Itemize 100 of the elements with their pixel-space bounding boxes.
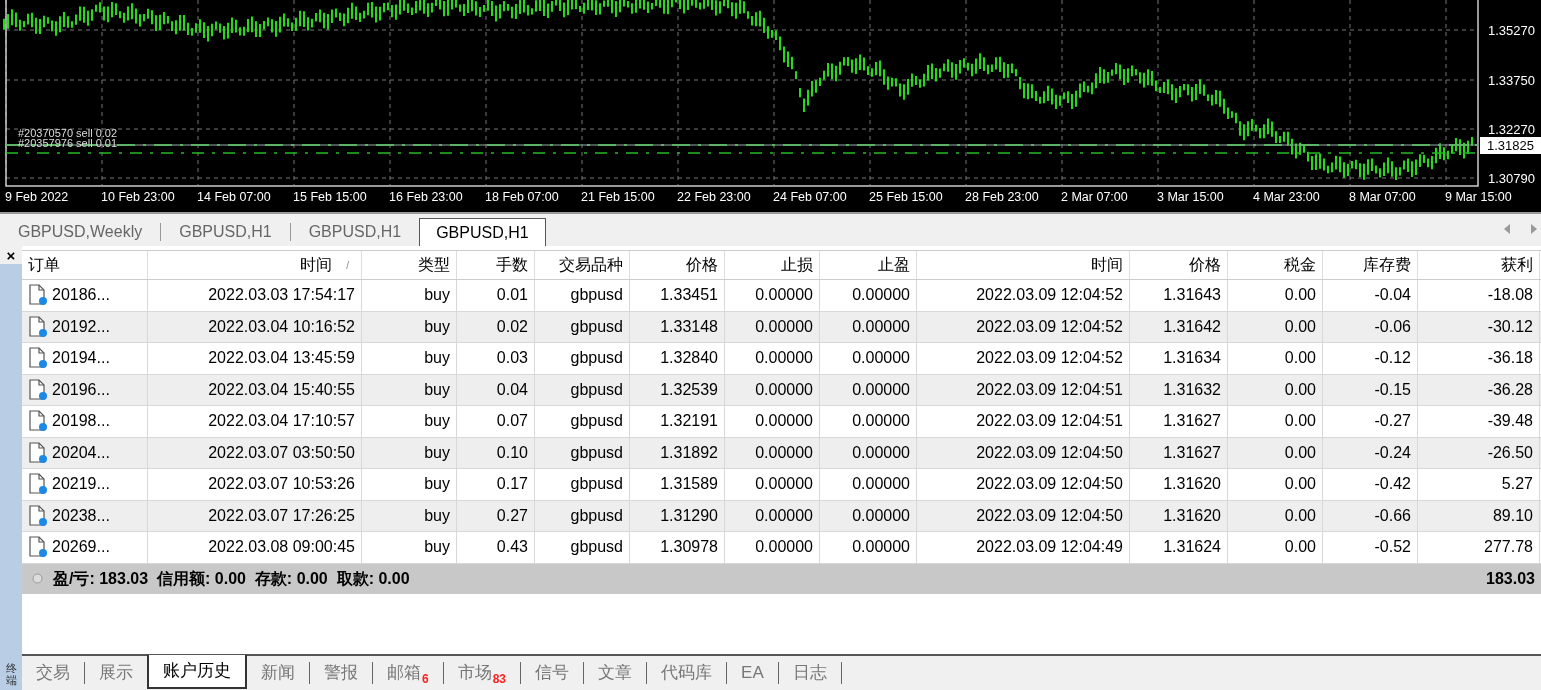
table-cell-text: 2022.03.08 09:00:45 [208, 537, 355, 558]
chart-tab[interactable]: GBPUSD,H1 [419, 218, 546, 246]
table-cell-text: gbpusd [570, 316, 623, 337]
summary-text: 盈/亏: 183.03 信用额: 0.00 存款: 0.00 取款: 0.00 [53, 568, 410, 589]
terminal-tab[interactable]: 账户历史 [147, 655, 247, 689]
table-cell-text: -26.50 [1487, 442, 1533, 463]
table-cell-text: 0.00 [1284, 316, 1316, 337]
table-cell-text: 0.00 [1284, 379, 1316, 400]
time-label: 21 Feb 15:00 [581, 189, 656, 206]
table-cell-text: 1.31624 [1163, 537, 1221, 558]
terminal-tab[interactable]: 交易 [22, 656, 84, 690]
column-header[interactable]: 库存费 [1323, 251, 1418, 279]
table-cell-text: 2022.03.07 17:26:25 [208, 505, 355, 526]
table-cell-text: -0.27 [1374, 411, 1411, 432]
table-cell-text: gbpusd [570, 442, 623, 463]
column-header[interactable]: 止盈 [820, 251, 917, 279]
column-header[interactable]: 止损 [725, 251, 820, 279]
terminal-tab[interactable]: 文章 [584, 656, 647, 690]
terminal-tab[interactable]: 展示 [85, 656, 147, 690]
column-header[interactable]: 时间 [917, 251, 1130, 279]
table-cell-text: 2022.03.09 12:04:50 [976, 505, 1123, 526]
table-cell-text: 1.33451 [660, 285, 718, 306]
table-cell-text: 0.00000 [755, 379, 813, 400]
table-row[interactable]: 20204... 2022.03.07 03:50:50 buy 0.10 gbpusd 1.31892 0.00000 0.00000 2022.03.09 12:04:50 1.31627 0.00 -0.24 -26.50 [22, 437, 1541, 469]
scroll-right-icon[interactable] [1530, 224, 1537, 234]
order-icon [28, 378, 48, 401]
time-label: 14 Feb 07:00 [197, 189, 272, 206]
table-row[interactable]: 20198... 2022.03.04 17:10:57 buy 0.07 gbpusd 1.32191 0.00000 0.00000 2022.03.09 12:04:51 1.31627 0.00 -0.27 -39.48 [22, 406, 1541, 438]
count-label: 83 [492, 671, 507, 688]
terminal-tab[interactable]: EA [727, 656, 778, 690]
table-cell-text: 0.10 [496, 442, 528, 463]
close-button[interactable]: × [0, 246, 22, 264]
time-label: 24 Feb 07:00 [773, 189, 848, 206]
table-row[interactable]: 20238... 2022.03.07 17:26:25 buy 0.27 gbpusd 1.31290 0.00000 0.00000 2022.03.09 12:04:50 1.31620 0.00 -0.66 89.10 [22, 500, 1541, 532]
terminal-tab[interactable]: 新闻 [247, 656, 309, 690]
terminal-tab[interactable]: 信号 [521, 656, 584, 690]
time-label: 9 Feb 2022 [5, 189, 70, 206]
table-cell-text: 1.31643 [1163, 285, 1221, 306]
table-cell-text: 0.02 [496, 316, 528, 337]
table-cell-text: 0.00 [1284, 285, 1316, 306]
time-label: 16 Feb 23:00 [389, 189, 464, 206]
table-row[interactable]: 20194... 2022.03.04 13:45:59 buy 0.03 gbpusd 1.32840 0.00000 0.00000 2022.03.09 12:04:52 1.31634 0.00 -0.12 -36.18 [22, 343, 1541, 375]
table-cell-text: 2022.03.09 12:04:49 [976, 537, 1123, 558]
table-cell-text: 0.27 [496, 505, 528, 526]
table-cell-text: buy [424, 285, 450, 306]
column-header[interactable]: 订单 [22, 251, 148, 279]
table-row[interactable]: 20192... 2022.03.04 10:16:52 buy 0.02 gbpusd 1.33148 0.00000 0.00000 2022.03.09 12:04:52 1.31642 0.00 -0.06 -30.12 [22, 311, 1541, 343]
table-cell-text: 1.31627 [1163, 442, 1221, 463]
table-cell-text: -36.18 [1487, 348, 1533, 369]
time-label: 18 Feb 07:00 [485, 189, 560, 206]
table-cell-text: 277.78 [1484, 537, 1533, 558]
table-cell-text: 20192... [52, 316, 110, 337]
table-cell-text: 2022.03.04 17:10:57 [208, 411, 355, 432]
table-cell-text: 2022.03.04 13:45:59 [208, 348, 355, 369]
table-row[interactable]: 20219... 2022.03.07 10:53:26 buy 0.17 gbpusd 1.31589 0.00000 0.00000 2022.03.09 12:04:50 1.31620 0.00 -0.42 5.27 [22, 469, 1541, 501]
terminal-tab[interactable]: 日志 [778, 656, 841, 690]
table-cell-text: 1.31589 [660, 474, 718, 495]
column-header[interactable]: 税金 [1228, 251, 1323, 279]
column-header[interactable]: 交易品种 [535, 251, 630, 279]
table-cell-text: 1.31634 [1163, 348, 1221, 369]
table-cell-text: 2022.03.09 12:04:51 [976, 411, 1123, 432]
table-cell-text: 2022.03.09 12:04:50 [976, 474, 1123, 495]
column-header[interactable]: 获利 [1418, 251, 1540, 279]
table-row[interactable]: 20186... 2022.03.03 17:54:17 buy 0.01 gbpusd 1.33451 0.00000 0.00000 2022.03.09 12:04:52 1.31643 0.00 -0.04 -18.08 [22, 280, 1541, 312]
table-cell-text: -36.28 [1487, 379, 1533, 400]
scroll-left-icon[interactable] [1504, 224, 1511, 234]
terminal-tab[interactable]: 代码库 [647, 656, 727, 690]
column-header[interactable]: 价格 [1130, 251, 1228, 279]
table-cell-text: 1.31627 [1163, 411, 1221, 432]
table-cell-text: 1.31620 [1163, 474, 1221, 495]
price-label: 1.33750 [1488, 73, 1535, 88]
table-cell-text: 20269... [52, 537, 110, 558]
table-row[interactable]: 20196... 2022.03.04 15:40:55 buy 0.04 gbpusd 1.32539 0.00000 0.00000 2022.03.09 12:04:51 1.31632 0.00 -0.15 -36.28 [22, 374, 1541, 406]
table-cell-text: 0.00000 [852, 474, 910, 495]
order-icon [28, 504, 48, 527]
table-cell-text: gbpusd [570, 411, 623, 432]
chart-tab[interactable]: GBPUSD,Weekly [0, 218, 161, 246]
table-cell-text: 0.17 [496, 474, 528, 495]
table-cell-text: 0.00000 [755, 442, 813, 463]
table-cell-text: 2022.03.09 12:04:52 [976, 316, 1123, 337]
column-header[interactable]: 时间 / [148, 251, 362, 279]
table-cell-text: 0.43 [496, 537, 528, 558]
column-header[interactable]: 类型 [362, 251, 457, 279]
table-cell-text: 20198... [52, 411, 110, 432]
table-cell-text: 0.00000 [755, 474, 813, 495]
order-icon [28, 284, 48, 307]
table-cell-text: 2022.03.07 03:50:50 [208, 442, 355, 463]
table-cell-text: 2022.03.04 10:16:52 [208, 316, 355, 337]
table-cell-text: 20194... [52, 348, 110, 369]
table-cell-text: 1.31290 [660, 505, 718, 526]
table-cell-text: 2022.03.09 12:04:52 [976, 285, 1123, 306]
table-cell-text: -0.24 [1374, 442, 1411, 463]
column-header[interactable]: 手数 [457, 251, 535, 279]
chart-tab[interactable]: GBPUSD,H1 [290, 218, 420, 246]
table-row[interactable]: 20269... 2022.03.08 09:00:45 buy 0.43 gbpusd 1.30978 0.00000 0.00000 2022.03.09 12:04:49 1.31624 0.00 -0.52 277.78 [22, 532, 1541, 564]
table-cell-text: gbpusd [570, 474, 623, 495]
table-cell-text: -0.66 [1374, 505, 1411, 526]
terminal-tab[interactable]: 警报 [310, 656, 372, 690]
chart-tab[interactable]: GBPUSD,H1 [161, 218, 290, 246]
column-header[interactable]: 价格 [630, 251, 725, 279]
